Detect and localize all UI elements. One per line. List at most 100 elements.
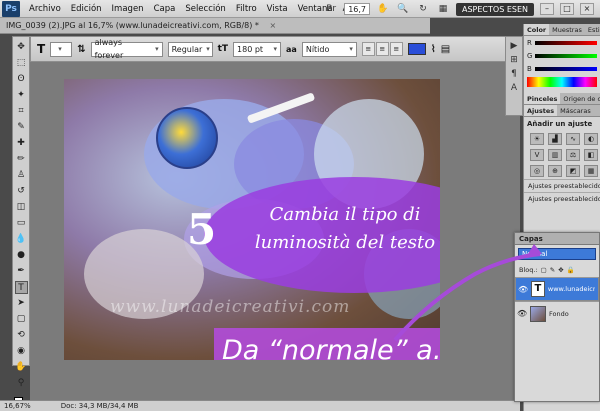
path-select-icon[interactable]: ➤ [15, 297, 28, 310]
posterize-icon[interactable]: ▦ [584, 165, 598, 177]
history-icon[interactable]: ▶ [511, 41, 518, 51]
menu-seleccion[interactable]: Selección [180, 4, 231, 14]
menu-filtro[interactable]: Filtro [231, 4, 262, 14]
actions-icon[interactable]: ⊞ [510, 55, 518, 65]
layer-row-text[interactable]: 👁 T www.lunadeicrea [515, 277, 599, 301]
invert-icon[interactable]: ◩ [566, 165, 580, 177]
history-brush-icon[interactable]: ↺ [15, 185, 28, 198]
3d-rotate-icon[interactable]: ⟲ [15, 329, 28, 342]
minimize-icon[interactable]: – [540, 3, 554, 15]
layer-name[interactable]: www.lunadeicrea [548, 283, 595, 296]
zoom-icon[interactable]: 🔍 [396, 3, 410, 15]
maximize-icon[interactable]: □ [560, 3, 574, 15]
layer-row-background[interactable]: 👁 Fondo [515, 301, 599, 325]
bridge-icon[interactable]: Br [324, 3, 338, 15]
r-slider[interactable] [534, 40, 597, 45]
arrange-icon[interactable]: ▦ [436, 3, 450, 15]
color-spectrum[interactable] [527, 77, 597, 87]
align-center-icon[interactable]: ≡ [375, 42, 389, 56]
menu-vista[interactable]: Vista [262, 4, 293, 14]
character-icon[interactable]: A [511, 83, 517, 93]
lasso-tool-icon[interactable]: ʘ [15, 73, 28, 86]
b-slider[interactable] [534, 66, 597, 71]
font-size-select[interactable]: 180 pt ▾ [233, 41, 282, 57]
zoom-level[interactable]: 16,7 [344, 3, 370, 15]
tab-styles[interactable]: Estilos [585, 24, 600, 35]
preset-item[interactable]: Ajustes preestablecidos [524, 192, 600, 205]
tab-adjustments[interactable]: Ajustes [524, 105, 558, 116]
gradient-tool-icon[interactable]: ▭ [15, 217, 28, 230]
3d-orbit-icon[interactable]: ◉ [15, 345, 28, 358]
menu-edicion[interactable]: Edición [66, 4, 107, 14]
document-canvas[interactable]: 5 Cambia il tipo di luminosità del testo… [64, 79, 440, 360]
align-right-icon[interactable]: ≡ [389, 42, 403, 56]
close-icon[interactable]: × [580, 3, 594, 15]
workspace-button[interactable]: ASPECTOS ESEN [456, 2, 534, 16]
shape-tool-icon[interactable]: ▢ [15, 313, 28, 326]
font-family-select[interactable]: always forever ▾ [90, 38, 163, 60]
move-tool-icon[interactable]: ✥ [15, 41, 28, 54]
tab-masks[interactable]: Máscaras [557, 105, 594, 116]
exposure-icon[interactable]: ◐ [584, 133, 598, 145]
channel-mixer-icon[interactable]: ⊕ [548, 165, 562, 177]
blend-mode-select[interactable]: Normal [518, 248, 596, 260]
g-slider[interactable] [535, 53, 597, 58]
canvas-workspace: 5 Cambia il tipo di luminosità del testo… [30, 62, 520, 400]
text-tool-icon[interactable]: T [37, 42, 45, 56]
dodge-tool-icon[interactable]: ● [15, 249, 28, 262]
curves-icon[interactable]: ∿ [566, 133, 580, 145]
type-tool-icon[interactable]: T [14, 281, 28, 294]
tab-clone-source[interactable]: Origen de clonación [560, 93, 600, 104]
lock-move-icon[interactable]: ✥ [558, 266, 563, 274]
lock-transparency-icon[interactable]: ▢ [541, 266, 547, 274]
hue-sat-icon[interactable]: ▥ [548, 149, 562, 161]
tab-swatches[interactable]: Muestras [549, 24, 585, 35]
document-tab[interactable]: IMG_0039 (2).JPG al 16,7% (www.lunadeicr… [0, 18, 430, 34]
lock-all-icon[interactable]: 🔒 [567, 266, 575, 274]
tab-color[interactable]: Color [524, 24, 550, 35]
tab-brushes[interactable]: Pinceles [524, 93, 561, 104]
status-zoom[interactable]: 16,67% [4, 401, 31, 411]
tool-preset-picker[interactable]: ▾ [50, 41, 73, 57]
orientation-icon[interactable]: ⇅ [77, 44, 85, 55]
character-panel-icon[interactable]: ▤ [441, 44, 450, 55]
font-style-select[interactable]: Regular ▾ [167, 41, 213, 57]
pen-tool-icon[interactable]: ✒ [15, 265, 28, 278]
levels-icon[interactable]: ▟ [548, 133, 562, 145]
paragraph-icon[interactable]: ¶ [511, 69, 517, 79]
eyedropper-icon[interactable]: ✎ [15, 121, 28, 134]
layer-name[interactable]: Fondo [549, 310, 569, 318]
brightness-icon[interactable]: ☀ [530, 133, 544, 145]
magic-wand-icon[interactable]: ✦ [15, 89, 28, 102]
text-color-swatch[interactable] [407, 43, 426, 55]
layers-title[interactable]: Capas [515, 233, 599, 245]
warp-text-icon[interactable]: ⌇ [431, 44, 436, 55]
photo-filter-icon[interactable]: ◎ [530, 165, 544, 177]
brush-tool-icon[interactable]: ✏ [15, 153, 28, 166]
marquee-tool-icon[interactable]: ⬚ [15, 57, 28, 70]
color-balance-icon[interactable]: ⚖ [566, 149, 580, 161]
eye-icon[interactable]: 👁 [518, 283, 528, 296]
zoom-tool-icon[interactable]: ⚲ [15, 377, 28, 390]
tab-close-icon[interactable]: × [269, 21, 276, 30]
watermark-text-layer[interactable]: www.lunadeicreativi.com [110, 297, 350, 317]
menu-capa[interactable]: Capa [149, 4, 181, 14]
rotate-view-icon[interactable]: ↻ [416, 3, 430, 15]
eye-icon[interactable]: 👁 [517, 309, 527, 318]
hand-tool-icon[interactable]: ✋ [15, 361, 28, 374]
hand-icon[interactable]: ✋ [376, 3, 390, 15]
menu-imagen[interactable]: Imagen [107, 4, 149, 14]
clone-stamp-icon[interactable]: ♙ [15, 169, 28, 182]
menu-bar: Ps Archivo Edición Imagen Capa Selección… [0, 0, 600, 18]
lock-paint-icon[interactable]: ✎ [550, 266, 555, 274]
crop-tool-icon[interactable]: ⌗ [15, 105, 28, 118]
eraser-icon[interactable]: ◫ [15, 201, 28, 214]
bw-icon[interactable]: ◧ [584, 149, 598, 161]
align-left-icon[interactable]: ≡ [361, 42, 375, 56]
blur-tool-icon[interactable]: 💧 [15, 233, 28, 246]
antialias-select[interactable]: Nítido ▾ [301, 41, 357, 57]
menu-archivo[interactable]: Archivo [24, 4, 66, 14]
healing-brush-icon[interactable]: ✚ [15, 137, 28, 150]
preset-item[interactable]: Ajustes preestablecidos [524, 179, 600, 192]
vibrance-icon[interactable]: V [530, 149, 544, 161]
